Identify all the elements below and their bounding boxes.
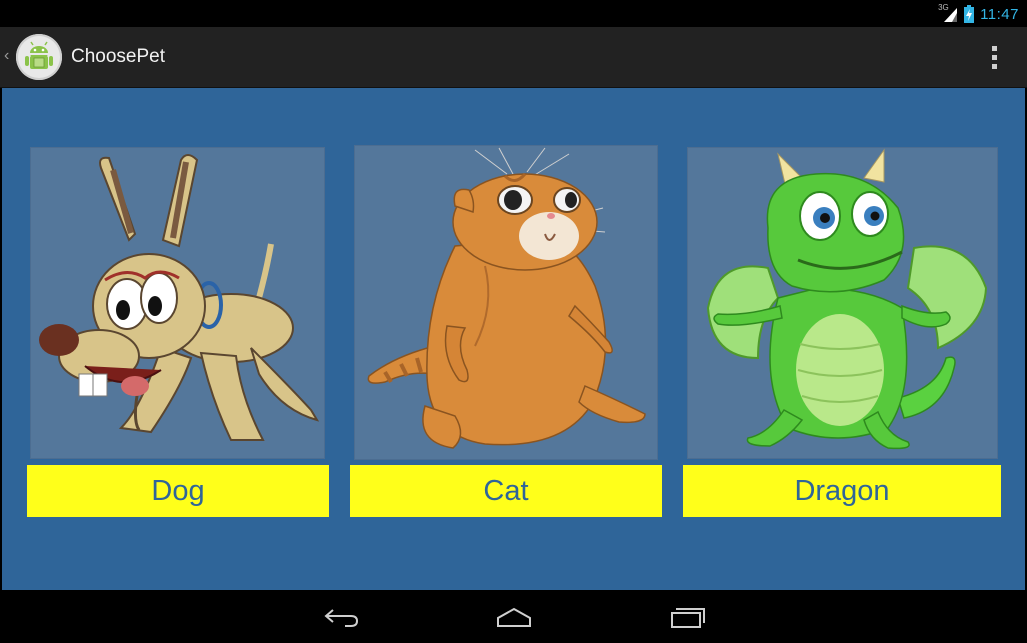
network-type: 3G xyxy=(938,3,949,12)
recent-apps-button[interactable] xyxy=(665,602,709,632)
up-button[interactable]: ‹ xyxy=(0,27,66,87)
overflow-menu-icon xyxy=(991,45,997,51)
android-robot-icon xyxy=(16,34,62,80)
back-button[interactable] xyxy=(320,602,364,632)
pet-label-dragon[interactable]: Dragon xyxy=(683,465,1001,517)
cat-image[interactable] xyxy=(355,146,657,459)
recent-apps-icon xyxy=(671,608,705,628)
home-icon xyxy=(497,607,531,627)
app-title: ChoosePet xyxy=(71,46,166,67)
action-bar: ‹ ChoosePet xyxy=(0,27,1027,88)
pet-label-dog[interactable]: Dog xyxy=(27,465,329,517)
status-bar: 3G 11:47 xyxy=(0,0,1027,27)
dog-image[interactable] xyxy=(31,148,324,458)
back-icon xyxy=(324,609,359,627)
pet-chooser: Dog Cat Dragon xyxy=(2,88,1025,590)
dragon-image[interactable] xyxy=(688,148,997,458)
battery-icon xyxy=(964,5,975,23)
pet-label-cat[interactable]: Cat xyxy=(350,465,662,517)
chevron-left-icon: ‹ xyxy=(4,47,10,64)
signal-icon: 3G xyxy=(938,3,958,23)
status-clock: 11:47 xyxy=(980,5,1019,23)
overflow-menu-button[interactable] xyxy=(981,43,1007,71)
navigation-bar xyxy=(0,590,1027,643)
home-button[interactable] xyxy=(492,602,536,632)
status-icons: 3G 11:47 xyxy=(938,3,1019,24)
